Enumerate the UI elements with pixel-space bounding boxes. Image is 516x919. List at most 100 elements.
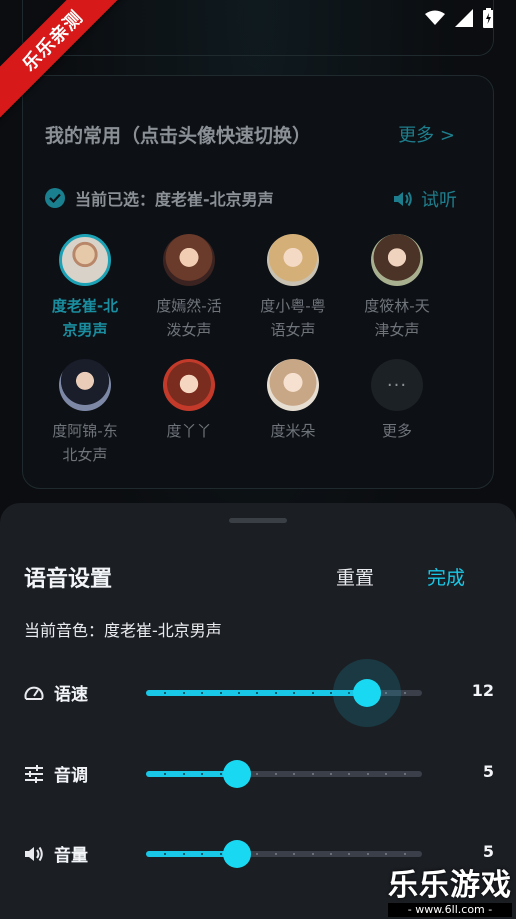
avatar-ajin xyxy=(59,359,111,411)
reset-button[interactable]: 重置 xyxy=(336,563,374,590)
slider-tick xyxy=(201,853,204,855)
voice-item-xiaoyue[interactable]: 度小粤-粤 语女声 xyxy=(241,234,345,342)
voice-name-line1: 更多 xyxy=(381,422,412,440)
speed-label: 语速 xyxy=(54,685,88,705)
slider-tick xyxy=(219,853,222,855)
voice-name-line1: 度阿锦-东 xyxy=(52,422,118,440)
slider-tick xyxy=(403,773,406,775)
pitch-slider-ticks xyxy=(146,771,422,777)
voice-name-line2: 语女声 xyxy=(270,321,316,339)
volume-slider-thumb[interactable] xyxy=(223,840,252,868)
brand-name: 乐乐游戏 xyxy=(388,868,512,903)
slider-tick xyxy=(348,853,351,855)
voice-name-line2: 北女声 xyxy=(62,446,108,464)
avatar-yaya xyxy=(163,359,215,411)
listen-label: 试听 xyxy=(421,190,457,211)
slider-tick xyxy=(366,773,369,775)
check-circle-icon xyxy=(45,188,65,208)
speed-slider[interactable] xyxy=(146,659,422,727)
favorite-voices-card: 我的常用（点击头像快速切换） 更多 > 当前已选：度老崔-北京男声 试听 度老崔… xyxy=(22,75,494,489)
pitch-label: 音调 xyxy=(54,766,88,786)
slider-tick xyxy=(403,853,406,855)
done-button[interactable]: 完成 xyxy=(427,563,465,590)
slider-tick xyxy=(256,773,259,775)
voice-item-more[interactable]: ··· 更多 xyxy=(345,359,449,443)
slider-tick xyxy=(385,853,388,855)
voice-name-line1: 度米朵 xyxy=(270,422,316,440)
current-selection: 当前已选：度老崔-北京男声 xyxy=(45,186,274,210)
favorites-title: 我的常用（点击头像快速切换） xyxy=(45,125,312,147)
voice-item-laocui[interactable]: 度老崔-北 京男声 xyxy=(33,234,137,342)
slider-tick xyxy=(182,773,185,775)
voice-name-line2: 泼女声 xyxy=(166,321,212,339)
drag-handle[interactable] xyxy=(229,518,287,523)
slider-tick xyxy=(366,853,369,855)
slider-tick xyxy=(219,773,222,775)
speed-value: 12 xyxy=(471,681,494,700)
voice-item-ajin[interactable]: 度阿锦-东 北女声 xyxy=(33,359,137,467)
slider-tick xyxy=(311,773,314,775)
brand-url: - www.6ll.com - xyxy=(388,903,512,917)
slider-tick xyxy=(164,853,167,855)
slider-tick xyxy=(238,692,240,694)
slider-tick xyxy=(274,692,277,694)
more-voices-link[interactable]: 更多 > xyxy=(398,121,455,147)
slider-tick xyxy=(311,692,314,694)
volume-slider[interactable] xyxy=(146,840,422,868)
speaker-icon xyxy=(394,191,412,207)
volume-label: 音量 xyxy=(54,846,88,866)
slider-tick xyxy=(164,692,167,694)
current-voice-label: 当前音色：度老崔-北京男声 xyxy=(24,621,222,640)
pitch-slider-thumb[interactable] xyxy=(223,760,252,788)
slider-tick xyxy=(403,692,406,694)
volume-setting: 音量 5 xyxy=(24,833,494,873)
speaker-icon xyxy=(25,846,43,861)
listen-button[interactable]: 试听 xyxy=(393,186,457,212)
pitch-value: 5 xyxy=(482,762,494,781)
voice-name-line1: 度老崔-北 xyxy=(51,297,119,315)
voice-settings-sheet: 语音设置 重置 完成 当前音色：度老崔-北京男声 语速 12 音调 5 音量 5 xyxy=(0,503,516,919)
brand-watermark: 乐乐游戏 - www.6ll.com - xyxy=(388,869,512,917)
slider-tick xyxy=(274,773,277,775)
slider-tick xyxy=(219,692,222,694)
slider-tick xyxy=(182,692,185,694)
slider-tick xyxy=(385,773,388,775)
slider-tick xyxy=(293,692,296,694)
avatar-yanran xyxy=(163,234,215,286)
sliders-icon xyxy=(25,764,43,783)
avatar-xiaoyue xyxy=(267,234,319,286)
slider-tick xyxy=(256,692,259,694)
speed-setting: 语速 12 xyxy=(24,659,494,727)
avatar-laocui xyxy=(59,234,111,286)
voice-name-line2: 京男声 xyxy=(62,321,108,339)
slider-tick xyxy=(330,773,332,775)
voice-name-line1: 度丫丫 xyxy=(166,422,212,440)
speedometer-icon xyxy=(24,686,44,700)
slider-tick xyxy=(330,853,332,855)
voice-name-line1: 度小粤-粤 xyxy=(260,297,326,315)
voice-name-line1: 度筱林-天 xyxy=(364,297,430,315)
volume-slider-ticks xyxy=(146,851,422,857)
slider-tick xyxy=(274,853,277,855)
pitch-slider[interactable] xyxy=(146,760,422,788)
voice-name-line1: 度嫣然-活 xyxy=(156,297,222,315)
avatar-miduo xyxy=(267,359,319,411)
voice-item-yaya[interactable]: 度丫丫 xyxy=(137,359,241,443)
volume-value: 5 xyxy=(482,842,494,861)
slider-tick xyxy=(311,853,314,855)
speed-slider-thumb[interactable] xyxy=(352,679,381,707)
slider-tick xyxy=(293,773,296,775)
voice-item-xiaolin[interactable]: 度筱林-天 津女声 xyxy=(345,234,449,342)
pitch-setting: 音调 5 xyxy=(24,753,494,793)
more-dots-icon: ··· xyxy=(371,359,423,411)
voice-item-yanran[interactable]: 度嫣然-活 泼女声 xyxy=(137,234,241,342)
slider-tick xyxy=(293,853,296,855)
slider-tick xyxy=(201,773,204,775)
sheet-title: 语音设置 xyxy=(24,567,113,592)
voice-name-line2: 津女声 xyxy=(374,321,420,339)
slider-tick xyxy=(348,773,351,775)
voice-item-miduo[interactable]: 度米朵 xyxy=(241,359,345,443)
slider-tick xyxy=(201,692,204,694)
slider-tick xyxy=(256,853,259,855)
slider-tick xyxy=(164,773,167,775)
